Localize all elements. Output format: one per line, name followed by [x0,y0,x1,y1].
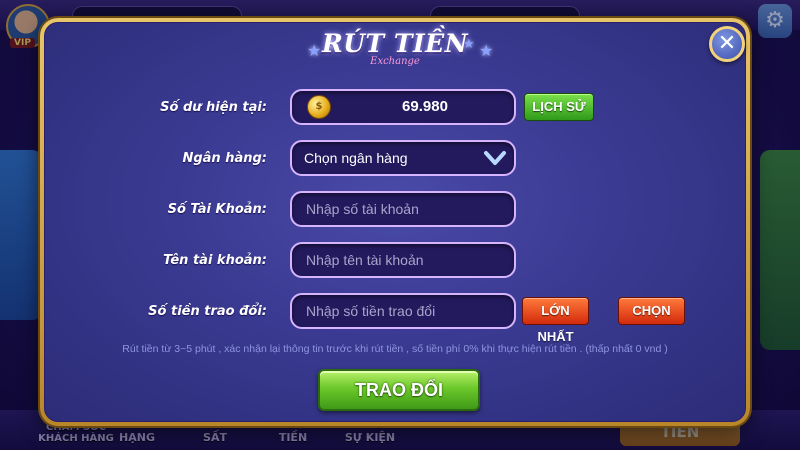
withdraw-note: Rút tiền từ 3~5 phút , xác nhận lại thôn… [122,343,668,355]
account-name-label: Tên tài khoản: [163,253,267,268]
withdraw-panel: ★ ★ ★ ★ RÚT TIỀN Exchange Số dư hiện tại… [44,22,746,422]
coin-icon: $ [307,95,331,119]
dialog-subtitle: Exchange [370,56,420,67]
account-number-label: Số Tài Khoản: [167,202,267,217]
withdraw-dialog: ★ ★ ★ ★ RÚT TIỀN Exchange Số dư hiện tại… [40,18,750,426]
bank-label: Ngân hàng: [182,151,267,166]
bank-select-value: Chọn ngân hàng [304,150,408,166]
balance-value: 69.980 [402,98,448,115]
max-amount-button[interactable]: LỚN NHẤT [522,297,589,344]
close-icon[interactable]: ✕ [709,26,745,62]
account-number-input[interactable] [290,191,516,227]
choose-amount-button[interactable]: CHỌN [618,297,685,325]
amount-input[interactable] [290,293,516,329]
account-name-input[interactable] [290,242,516,278]
history-button[interactable]: LỊCH SỬ [524,93,594,121]
dialog-title: RÚT TIỀN [321,29,469,58]
dialog-header: RÚT TIỀN Exchange [45,29,745,67]
amount-label: Số tiền trao đổi: [148,304,267,319]
exchange-submit-button[interactable]: TRAO ĐỔI [318,369,480,411]
chevron-down-icon[interactable] [483,146,507,170]
balance-label: Số dư hiện tại: [160,100,267,115]
